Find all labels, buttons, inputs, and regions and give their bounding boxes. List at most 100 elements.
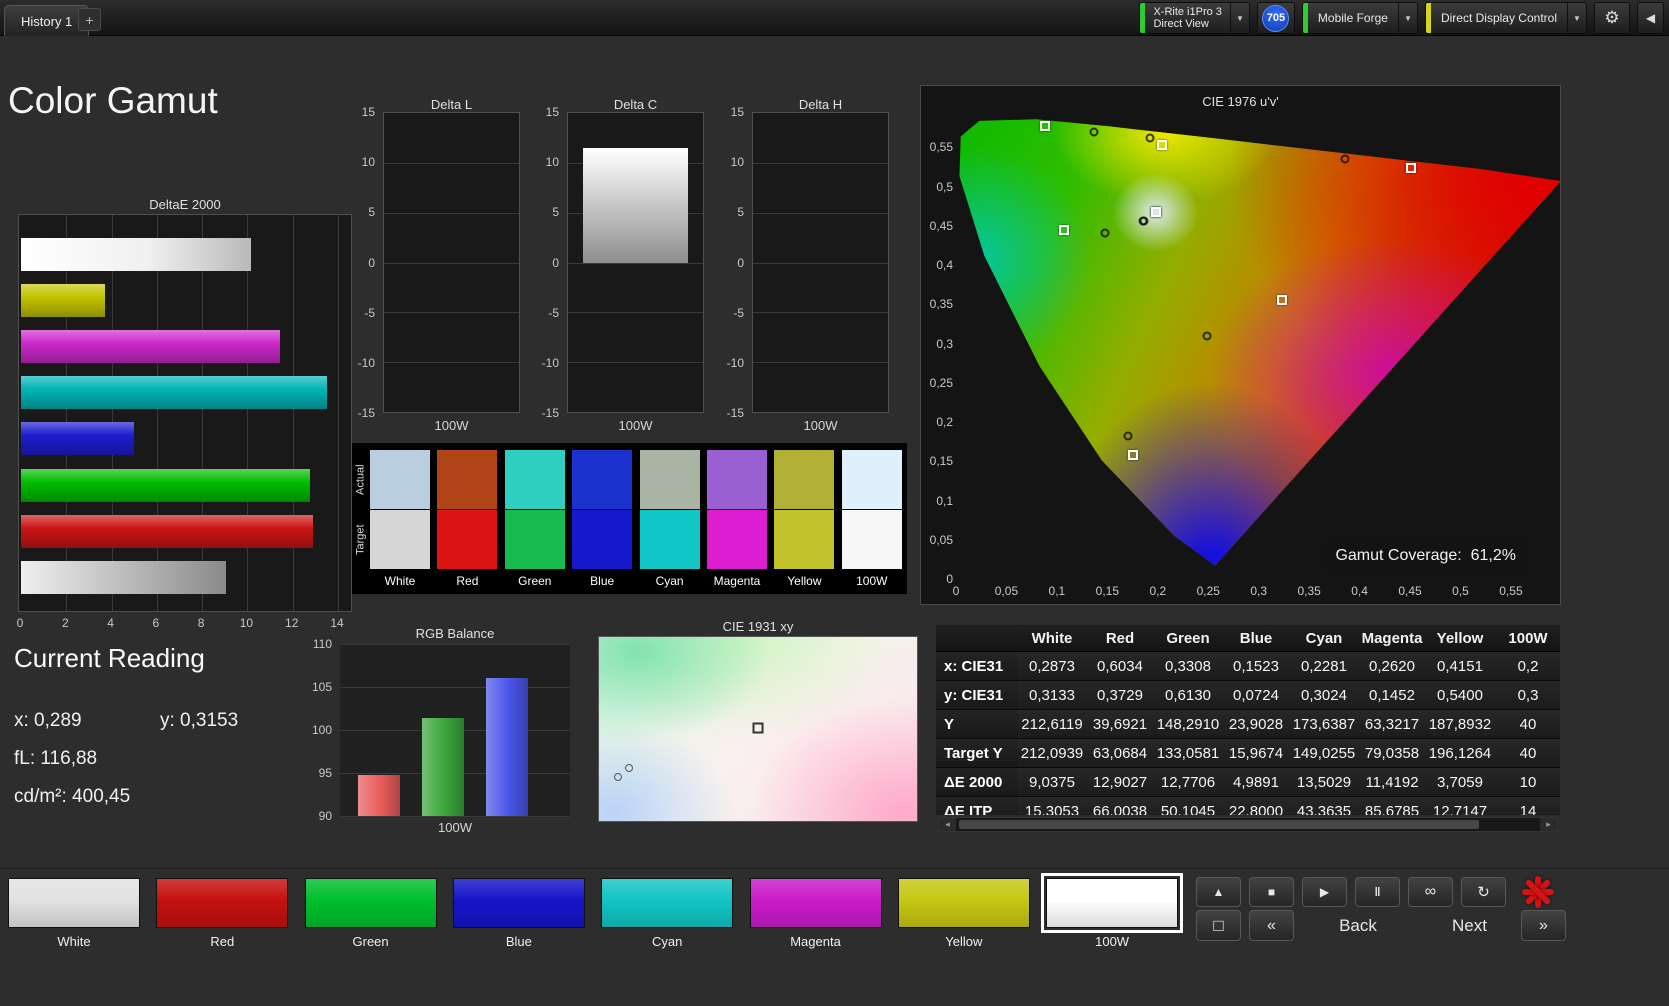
table-cell: 212,6119 — [1018, 710, 1086, 739]
scrollbar-track[interactable] — [956, 818, 1540, 831]
play-icon: ▶ — [1320, 885, 1329, 899]
table-cell: 11,4192 — [1358, 768, 1426, 797]
meter-dropdown[interactable]: X-Rite i1Pro 3 Direct View ▼ — [1139, 2, 1249, 34]
deltae-bar-100w — [21, 238, 251, 271]
delta-h-xlabel: 100W — [752, 418, 889, 433]
table-cell: 0,5400 — [1426, 681, 1494, 710]
page-title: Color Gamut — [8, 80, 218, 122]
collapse-panel-button[interactable]: ◀ — [1637, 2, 1664, 34]
rgb-bar-red — [358, 775, 400, 816]
table-scrollbar[interactable]: ◂ ▸ — [938, 817, 1558, 832]
table-cell: 22,8000 — [1222, 797, 1290, 816]
scrollbar-thumb[interactable] — [959, 820, 1479, 829]
tab-history-1[interactable]: History 1 — [4, 5, 89, 36]
target-swatch-magenta — [707, 510, 767, 569]
measured-marker-red — [1340, 154, 1349, 163]
deltae-bar-red — [21, 515, 313, 548]
x-tick-label: 0,25 — [1197, 584, 1220, 598]
gridline — [293, 215, 294, 611]
y-tick-label: 0,3 — [925, 337, 953, 351]
current-reading-title: Current Reading — [14, 643, 205, 674]
x-tick-label: 10 — [240, 616, 253, 630]
gridline — [340, 644, 570, 645]
actual-row-label: Actual — [354, 450, 367, 509]
table-corner — [936, 625, 1018, 652]
target-swatch-white — [370, 510, 430, 569]
stop-button[interactable]: ■ — [1249, 877, 1294, 907]
delta-l-yaxis: 151050-5-10-15 — [347, 112, 379, 413]
patch-button-magenta[interactable] — [750, 878, 882, 928]
patch-button-cyan[interactable] — [601, 878, 733, 928]
patch-button-100w[interactable] — [1046, 878, 1178, 928]
loop-button[interactable]: ∞ — [1408, 877, 1453, 907]
y-tick-label: -5 — [733, 306, 744, 320]
target-row-label: Target — [354, 510, 367, 569]
table-cell: 39,6921 — [1086, 710, 1154, 739]
add-tab-button[interactable]: + — [78, 8, 101, 31]
source-dropdown[interactable]: Mobile Forge ▼ — [1302, 2, 1418, 34]
patch-button-blue[interactable] — [453, 878, 585, 928]
table-cell: 3,7059 — [1426, 768, 1494, 797]
gridline — [384, 312, 519, 313]
row-label: ΔE 2000 — [936, 768, 1018, 797]
x-tick-label: 2 — [62, 616, 69, 630]
stop-icon: ■ — [1268, 885, 1275, 899]
gridline — [568, 312, 703, 313]
x-tick-label: 0,4 — [1351, 584, 1368, 598]
target-swatch-yellow — [774, 510, 834, 569]
meter-mode: Direct View — [1153, 18, 1221, 30]
scroll-right-icon[interactable]: ▸ — [1540, 818, 1557, 831]
target-swatch-cyan — [640, 510, 700, 569]
delta-l-title: Delta L — [383, 97, 520, 112]
target-marker-magenta — [1277, 295, 1287, 305]
display-control-dropdown[interactable]: Direct Display Control ▼ — [1425, 2, 1587, 34]
table-cell: 0,3133 — [1018, 681, 1086, 710]
deltae-bar-magenta — [21, 330, 280, 363]
patch-button-yellow[interactable] — [898, 878, 1030, 928]
delta-h-title: Delta H — [752, 97, 889, 112]
swatch-strip: Actual Target WhiteRedGreenBlueCyanMagen… — [352, 443, 907, 594]
next-label[interactable]: Next — [1422, 910, 1517, 941]
rgb-bar-blue — [486, 678, 528, 816]
pause-button[interactable]: ‖ — [1355, 877, 1400, 907]
x-tick-label: 4 — [107, 616, 114, 630]
back-label[interactable]: Back — [1298, 910, 1418, 941]
scroll-left-icon[interactable]: ◂ — [939, 818, 956, 831]
patch-window-icon: □ — [1213, 916, 1223, 936]
delta-l-plot — [383, 112, 520, 413]
meter-info: X-Rite i1Pro 3 Direct View — [1145, 4, 1229, 32]
y-tick-label: 0,45 — [925, 219, 953, 233]
play-button[interactable]: ▶ — [1302, 877, 1347, 907]
measured-marker-magenta — [1202, 331, 1211, 340]
y-tick-label: 0,4 — [925, 258, 953, 272]
actual-swatch-green — [505, 450, 565, 509]
column-header: Yellow — [1426, 625, 1494, 652]
gridline — [753, 213, 888, 214]
y-tick-label: 15 — [362, 105, 375, 119]
deltae2000-plot — [18, 214, 352, 612]
table-cell: 0,6034 — [1086, 652, 1154, 681]
patch-window-button[interactable]: □ — [1196, 910, 1241, 941]
patch-button-green[interactable] — [305, 878, 437, 928]
y-tick-label: -15 — [727, 406, 744, 420]
y-tick-label: -15 — [542, 406, 559, 420]
table-cell: 0,3308 — [1154, 652, 1222, 681]
next-page-button[interactable]: » — [1521, 910, 1566, 941]
patch-label: 100W — [1046, 934, 1178, 949]
settings-button[interactable]: ⚙ — [1594, 2, 1630, 34]
gridline — [384, 263, 519, 264]
patch-button-white[interactable] — [8, 878, 140, 928]
x-tick-label: 0,35 — [1297, 584, 1320, 598]
y-tick-label: -10 — [358, 356, 375, 370]
refresh-button[interactable]: ↻ — [1461, 877, 1506, 907]
back-page-button[interactable]: « — [1249, 910, 1294, 941]
delta-l-xlabel: 100W — [383, 418, 520, 433]
patch-button-red[interactable] — [156, 878, 288, 928]
y-tick-label: 105 — [312, 680, 332, 694]
gridline — [753, 312, 888, 313]
calibration-app: History 1 + X-Rite i1Pro 3 Direct View ▼… — [0, 0, 1669, 1006]
swatch-label: Green — [505, 574, 565, 588]
scroll-up-button[interactable]: ▲ — [1196, 877, 1241, 907]
alert-asterisk-icon[interactable] — [1516, 872, 1560, 912]
y-tick-label: -5 — [364, 306, 375, 320]
